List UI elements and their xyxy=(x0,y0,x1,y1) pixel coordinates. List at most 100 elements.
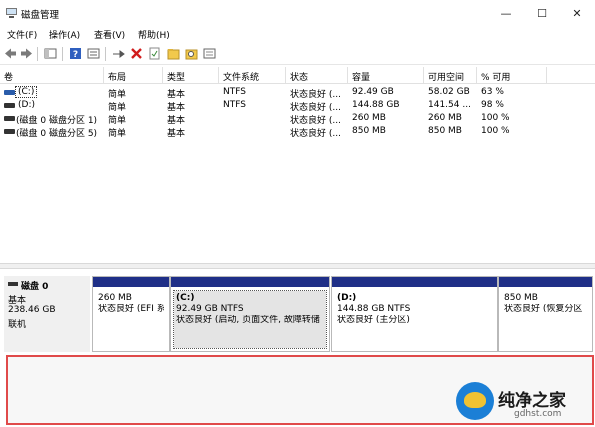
console-tree-icon[interactable] xyxy=(44,47,57,60)
volume-free-space: 141.54 ... xyxy=(428,100,471,110)
partition-size: 260 MB xyxy=(98,293,132,303)
watermark-text: 纯净之家 xyxy=(498,391,566,411)
volume-type: 基本 xyxy=(167,116,186,125)
properties-icon[interactable] xyxy=(87,47,100,60)
volume-filesystem: NTFS xyxy=(223,100,246,110)
partition-size: 144.88 GB NTFS xyxy=(337,304,411,314)
volume-status: 状态良好 (... xyxy=(290,90,341,99)
column-header-capacity[interactable]: 容量 xyxy=(348,67,424,84)
disk-size: 238.46 GB xyxy=(8,305,56,315)
volume-name: (磁盘 0 磁盘分区 5) xyxy=(16,129,98,139)
partition-size: 92.49 GB NTFS xyxy=(176,304,244,314)
partition-bar xyxy=(93,277,169,287)
maximize-button[interactable]: ☐ xyxy=(524,0,560,26)
disk-name: 磁盘 0 xyxy=(21,282,49,292)
volume-row[interactable]: (磁盘 0 磁盘分区 1) 简单 基本 状态良好 (... 260 MB 260… xyxy=(0,112,595,126)
volume-type: 基本 xyxy=(167,103,186,112)
column-header-status[interactable]: 状态 xyxy=(286,67,348,84)
partition-status: 状态良好 (主分区) xyxy=(337,315,410,325)
volume-status: 状态良好 (... xyxy=(290,129,341,138)
volume-free-space: 58.02 GB xyxy=(428,87,470,97)
volume-layout: 简单 xyxy=(108,116,127,125)
menu-bar: 文件(F) 操作(A) 查看(V) 帮助(H) xyxy=(0,26,595,43)
menu-file[interactable]: 文件(F) xyxy=(7,28,37,41)
minimize-button[interactable]: — xyxy=(488,0,524,26)
volume-capacity: 92.49 GB xyxy=(352,87,394,97)
volume-capacity: 144.88 GB xyxy=(352,100,400,110)
column-header-volume[interactable]: 卷 xyxy=(0,67,104,84)
partition-bar xyxy=(499,277,592,287)
back-icon[interactable] xyxy=(4,47,17,60)
column-header-free-space[interactable]: 可用空间 xyxy=(424,67,477,84)
list-icon[interactable] xyxy=(203,47,216,60)
partition-status: 状态良好 (EFI 系 xyxy=(98,304,164,314)
volume-layout: 简单 xyxy=(108,103,127,112)
toolbar: ? xyxy=(0,43,595,65)
help-icon[interactable]: ? xyxy=(69,47,82,60)
volume-row[interactable]: (C:) 简单 基本 NTFS 状态良好 (... 92.49 GB 58.02… xyxy=(0,86,595,99)
volume-filesystem: NTFS xyxy=(223,87,246,97)
menu-view[interactable]: 查看(V) xyxy=(94,28,125,41)
menu-help[interactable]: 帮助(H) xyxy=(138,28,170,41)
volume-list: 卷 布局 类型 文件系统 状态 容量 可用空间 % 可用 (C:) 简单 基本 … xyxy=(0,67,595,263)
drive-icon xyxy=(4,103,15,108)
watermark: 纯净之家 gdhst.com xyxy=(456,378,595,426)
volume-free-space: 260 MB xyxy=(428,113,462,123)
partition-status: 状态良好 (恢复分区 xyxy=(504,304,583,314)
volume-percent-free: 63 % xyxy=(481,87,504,97)
volume-free-space: 850 MB xyxy=(428,126,462,136)
column-header-filesystem[interactable]: 文件系统 xyxy=(219,67,286,84)
partition-block[interactable]: 260 MB 状态良好 (EFI 系 xyxy=(92,276,170,352)
drive-icon xyxy=(4,129,15,134)
volume-status: 状态良好 (... xyxy=(290,116,341,125)
search-icon[interactable] xyxy=(185,47,198,60)
title-bar[interactable]: 磁盘管理 — ☐ ✕ xyxy=(0,0,595,26)
close-button[interactable]: ✕ xyxy=(559,0,595,26)
forward-icon[interactable] xyxy=(20,47,33,60)
volume-capacity: 850 MB xyxy=(352,126,386,136)
drive-icon xyxy=(4,116,15,121)
volume-percent-free: 100 % xyxy=(481,113,510,123)
volume-percent-free: 98 % xyxy=(481,100,504,110)
volume-type: 基本 xyxy=(167,90,186,99)
watermark-url: gdhst.com xyxy=(514,409,562,419)
volume-status: 状态良好 (... xyxy=(290,103,341,112)
partition-bar xyxy=(171,277,329,287)
volume-name: (C:) xyxy=(14,86,38,98)
disk-info-panel[interactable]: 磁盘 0 基本 238.46 GB 联机 xyxy=(4,276,90,352)
window-title: 磁盘管理 xyxy=(21,10,60,21)
column-header-layout[interactable]: 布局 xyxy=(104,67,163,84)
volume-name: (D:) xyxy=(18,100,35,110)
menu-action[interactable]: 操作(A) xyxy=(49,28,80,41)
volume-capacity: 260 MB xyxy=(352,113,386,123)
partition-label: (C:) xyxy=(176,293,195,303)
svg-text:?: ? xyxy=(73,50,78,60)
partition-block[interactable]: (C:) 92.49 GB NTFS 状态良好 (启动, 页面文件, 故障转储 xyxy=(170,276,330,352)
partition-bar xyxy=(332,277,497,287)
watermark-logo-icon xyxy=(456,382,494,420)
partition-block[interactable]: (D:) 144.88 GB NTFS 状态良好 (主分区) xyxy=(331,276,498,352)
toolbar-separator xyxy=(105,47,106,61)
disk-state: 联机 xyxy=(8,320,27,330)
partition-size: 850 MB xyxy=(504,293,538,303)
column-header-type[interactable]: 类型 xyxy=(163,67,219,84)
volume-row[interactable]: (D:) 简单 基本 NTFS 状态良好 (... 144.88 GB 141.… xyxy=(0,99,595,112)
column-header-percent-free[interactable]: % 可用 xyxy=(477,67,547,84)
partition-block[interactable]: 850 MB 状态良好 (恢复分区 xyxy=(498,276,593,352)
disk-management-app-icon xyxy=(6,8,17,18)
delete-icon[interactable] xyxy=(130,47,143,60)
volume-layout: 简单 xyxy=(108,90,127,99)
volume-list-header: 卷 布局 类型 文件系统 状态 容量 可用空间 % 可用 xyxy=(0,67,595,84)
partition-label: (D:) xyxy=(337,293,357,303)
pane-splitter[interactable] xyxy=(0,263,595,269)
volume-layout: 简单 xyxy=(108,129,127,138)
connect-icon[interactable] xyxy=(112,47,125,60)
volume-row[interactable]: (磁盘 0 磁盘分区 5) 简单 基本 状态良好 (... 850 MB 850… xyxy=(0,125,595,139)
disk-icon xyxy=(8,282,18,286)
new-folder-icon[interactable] xyxy=(167,47,180,60)
checkmark-doc-icon[interactable] xyxy=(148,47,161,60)
toolbar-separator xyxy=(37,47,38,61)
disk-management-window: 磁盘管理 — ☐ ✕ 文件(F) 操作(A) 查看(V) 帮助(H) ? 卷 布… xyxy=(0,0,595,427)
drive-icon xyxy=(4,90,15,95)
volume-percent-free: 100 % xyxy=(481,126,510,136)
